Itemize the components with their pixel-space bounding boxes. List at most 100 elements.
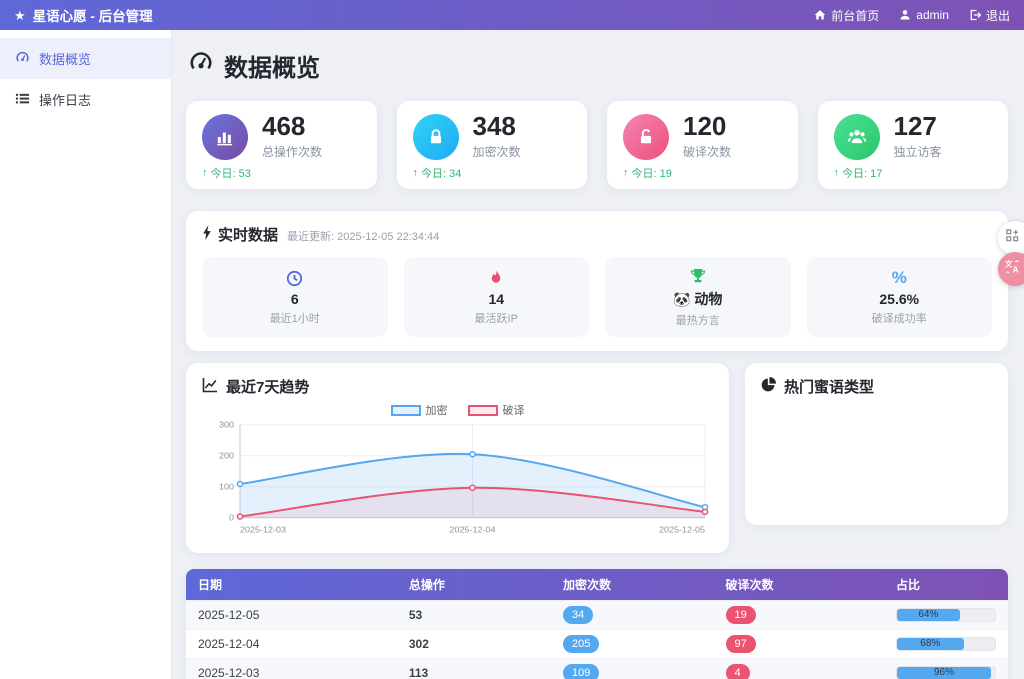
- col-header-total: 总操作: [397, 569, 551, 601]
- stat-label: 加密次数: [473, 143, 521, 160]
- col-header-date: 日期: [186, 569, 397, 601]
- nav-link-label: 退出: [986, 7, 1010, 24]
- home-icon: [814, 9, 826, 21]
- mini-value: 6: [291, 291, 299, 307]
- logout-icon: [969, 9, 981, 21]
- nav-logout-link[interactable]: 退出: [969, 7, 1010, 24]
- trend-title-text: 最近7天趋势: [226, 376, 309, 397]
- cell-total: 113: [397, 659, 551, 679]
- mini-card-last-hour: 6 最近1小时: [202, 257, 388, 337]
- encrypt-badge: 34: [563, 606, 593, 624]
- legend-label: 破译: [503, 402, 525, 418]
- trend-legend: 加密 破译: [202, 403, 713, 417]
- ratio-progress-fill: 64%: [897, 609, 960, 621]
- realtime-title: 实时数据: [202, 224, 278, 245]
- sidebar-item-operation-log[interactable]: 操作日志: [0, 79, 171, 120]
- list-icon: [15, 91, 30, 109]
- table-row: 2025-12-04 302 205 97 68%: [186, 630, 1008, 659]
- stat-today: ↑ 今日: 17: [834, 165, 993, 181]
- trend-card-title: 最近7天趋势: [202, 376, 713, 397]
- legend-item-加密[interactable]: 加密: [391, 402, 448, 418]
- stat-label: 总操作次数: [262, 143, 322, 160]
- stat-card-encrypt-count: 348 加密次数 ↑ 今日: 34: [397, 101, 588, 189]
- ratio-progress: 96%: [896, 666, 996, 679]
- unlock-icon: [623, 114, 669, 160]
- sidebar-item-label: 数据概览: [39, 49, 91, 68]
- decrypt-badge: 97: [726, 635, 756, 653]
- realtime-mini-row: 6 最近1小时 14 最活跃IP 🐼 动物 最热方言 % 25.6% 破译成功率: [202, 257, 992, 337]
- mini-card-hottest-dialect: 🐼 动物 最热方言: [605, 257, 791, 337]
- mini-label: 最近1小时: [270, 310, 320, 326]
- stat-value: 120: [683, 113, 731, 140]
- navbar-links: 前台首页 admin 退出: [814, 7, 1010, 24]
- star-icon: ★: [14, 9, 26, 22]
- pie-chart-icon: [761, 377, 776, 396]
- hot-types-title-text: 热门蜜语类型: [784, 376, 874, 397]
- stat-label: 独立访客: [894, 143, 942, 160]
- cell-date: 2025-12-03: [186, 659, 397, 679]
- mini-card-decrypt-success-rate: % 25.6% 破译成功率: [807, 257, 993, 337]
- line-chart-icon: [202, 377, 218, 397]
- svg-text:A: A: [1012, 265, 1018, 274]
- users-icon: [834, 114, 880, 160]
- lock-icon: [413, 114, 459, 160]
- legend-label: 加密: [426, 402, 448, 418]
- cell-date: 2025-12-04: [186, 630, 397, 659]
- mini-label: 最活跃IP: [475, 310, 518, 326]
- nav-admin-user-link[interactable]: admin: [899, 8, 949, 22]
- cell-date: 2025-12-05: [186, 601, 397, 630]
- daily-stats-table: 日期 总操作 加密次数 破译次数 占比 2025-12-05 53 34 19 …: [186, 569, 1008, 679]
- stat-value: 468: [262, 113, 322, 140]
- nav-frontend-home-link[interactable]: 前台首页: [814, 7, 879, 24]
- ratio-progress-fill: 68%: [897, 638, 964, 650]
- stat-card-total-operations: 468 总操作次数 ↑ 今日: 53: [186, 101, 377, 189]
- sidebar-item-data-overview[interactable]: 数据概览: [0, 38, 171, 79]
- svg-text:2025-12-05: 2025-12-05: [659, 524, 705, 534]
- nav-link-label: admin: [916, 8, 949, 22]
- mini-card-most-active-ip: 14 最活跃IP: [404, 257, 590, 337]
- stat-today: ↑ 今日: 34: [413, 165, 572, 181]
- trend-chart-svg[interactable]: 01002003002025-12-032025-12-042025-12-05: [202, 419, 713, 541]
- svg-text:0: 0: [229, 513, 234, 523]
- svg-text:2025-12-04: 2025-12-04: [450, 524, 496, 534]
- decrypt-badge: 4: [726, 664, 750, 679]
- translate-icon: 文A: [1005, 259, 1020, 279]
- encrypt-badge: 109: [563, 664, 599, 679]
- stat-card-unique-visitors: 127 独立访客 ↑ 今日: 17: [818, 101, 1009, 189]
- stat-today: ↑ 今日: 19: [623, 165, 782, 181]
- stat-today-label: 今日: 53: [211, 165, 251, 181]
- stat-today: ↑ 今日: 53: [202, 165, 361, 181]
- stat-card-decrypt-count: 120 破译次数 ↑ 今日: 19: [607, 101, 798, 189]
- realtime-updated: 最近更新: 2025-12-05 22:34:44: [287, 228, 439, 244]
- trend-chart-card: 最近7天趋势 加密破译 01002003002025-12-032025-12-…: [186, 363, 729, 553]
- up-arrow-icon: ↑: [623, 167, 629, 179]
- page-title: 数据概览: [188, 48, 1008, 83]
- up-arrow-icon: ↑: [834, 167, 840, 179]
- stat-value: 348: [473, 113, 521, 140]
- trophy-icon: [690, 266, 706, 286]
- mini-label: 破译成功率: [872, 310, 927, 326]
- stat-label: 破译次数: [683, 143, 731, 160]
- brand-title: 星语心愿 - 后台管理: [33, 5, 153, 25]
- up-arrow-icon: ↑: [202, 167, 208, 179]
- encrypt-badge: 205: [563, 635, 599, 653]
- table-row: 2025-12-03 113 109 4 96%: [186, 659, 1008, 679]
- up-arrow-icon: ↑: [413, 167, 419, 179]
- stat-today-label: 今日: 34: [421, 165, 461, 181]
- mini-label: 最热方言: [676, 312, 720, 328]
- stat-today-label: 今日: 19: [632, 165, 672, 181]
- hot-types-card: 热门蜜语类型: [745, 363, 1008, 525]
- stat-value: 127: [894, 113, 942, 140]
- ratio-progress: 68%: [896, 637, 996, 651]
- brand[interactable]: ★ 星语心愿 - 后台管理: [14, 5, 153, 25]
- translate-extension-button[interactable]: 文A: [998, 252, 1024, 286]
- main-content: 数据概览 468 总操作次数 ↑ 今日: 53: [172, 30, 1024, 679]
- nav-link-label: 前台首页: [831, 7, 879, 24]
- screenshot-extension-button[interactable]: [998, 221, 1024, 255]
- mini-value: 14: [488, 291, 504, 307]
- legend-item-破译[interactable]: 破译: [468, 402, 525, 418]
- stats-row: 468 总操作次数 ↑ 今日: 53 348 加密次数: [186, 101, 1008, 189]
- dashboard-gauge-icon: [188, 49, 214, 82]
- ratio-progress: 64%: [896, 608, 996, 622]
- svg-text:200: 200: [219, 451, 234, 461]
